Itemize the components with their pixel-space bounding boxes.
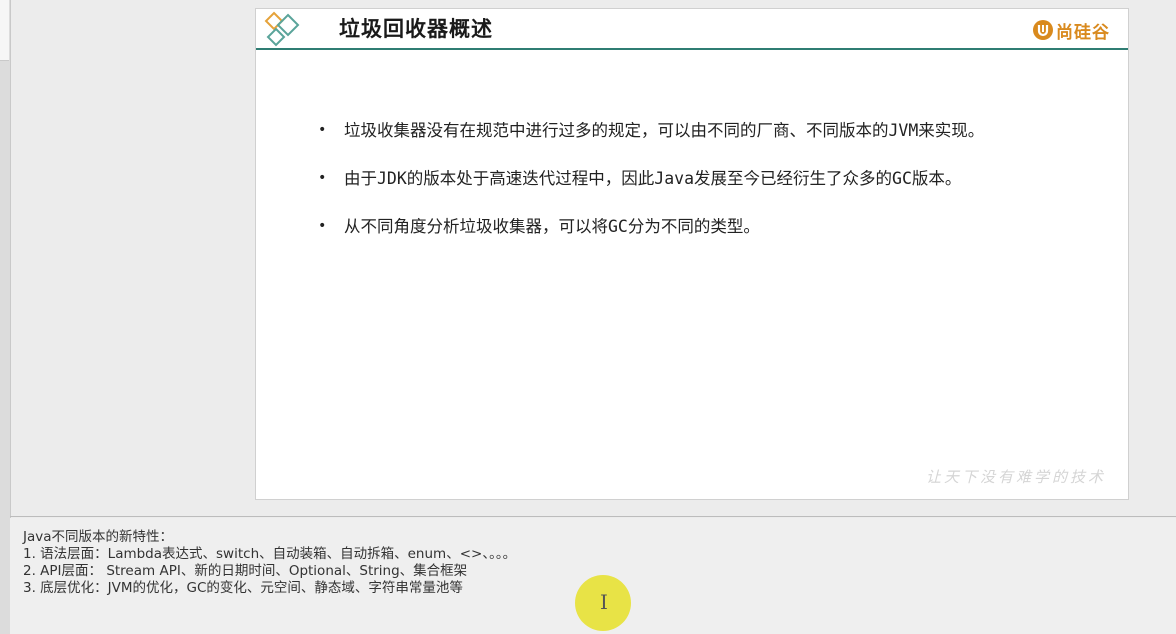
brand-name: 尚硅谷 — [1056, 22, 1110, 43]
slide-title: 垃圾回收器概述 — [339, 17, 493, 41]
diamond-logo-icon — [264, 11, 300, 47]
bullet-item: • 垃圾收集器没有在规范中进行过多的规定，可以由不同的厂商、不同版本的JVM来实… — [316, 119, 1076, 142]
bullet-list: • 垃圾收集器没有在规范中进行过多的规定，可以由不同的厂商、不同版本的JVM来实… — [316, 119, 1076, 263]
bullet-text: 由于JDK的版本处于高速迭代过程中，因此Java发展至今已经衍生了众多的GC版本… — [344, 169, 962, 188]
brand-u-icon — [1033, 20, 1053, 40]
bullet-text: 垃圾收集器没有在规范中进行过多的规定，可以由不同的厂商、不同版本的JVM来实现。 — [344, 121, 985, 140]
bullet-dot-icon: • — [318, 170, 327, 186]
notes-divider[interactable] — [10, 516, 1176, 517]
notes-line: 1. 语法层面：Lambda表达式、switch、自动装箱、自动拆箱、enum、… — [23, 546, 517, 562]
bullet-text: 从不同角度分析垃圾收集器，可以将GC分为不同的类型。 — [344, 217, 760, 236]
text-cursor-icon: I — [600, 590, 608, 614]
brand-logo: 尚硅谷 — [1032, 17, 1110, 43]
bullet-dot-icon: • — [318, 218, 327, 234]
slide-header: 垃圾回收器概述 尚硅谷 — [256, 9, 1128, 50]
thumbnail-pane-notch — [0, 0, 9, 61]
bullet-item: • 由于JDK的版本处于高速迭代过程中，因此Java发展至今已经衍生了众多的GC… — [316, 167, 1076, 190]
slide-canvas[interactable]: 垃圾回收器概述 尚硅谷 • 垃圾收集器没有在规范中进行过多的规定，可以由不同的厂… — [255, 8, 1129, 500]
notes-line: Java不同版本的新特性： — [23, 529, 174, 545]
slide-watermark: 让天下没有难学的技术 — [925, 468, 1106, 486]
bullet-dot-icon: • — [318, 122, 327, 138]
header-rule — [256, 48, 1128, 50]
bullet-item: • 从不同角度分析垃圾收集器，可以将GC分为不同的类型。 — [316, 215, 1076, 238]
editor-stage: 垃圾回收器概述 尚硅谷 • 垃圾收集器没有在规范中进行过多的规定，可以由不同的厂… — [0, 0, 1176, 634]
